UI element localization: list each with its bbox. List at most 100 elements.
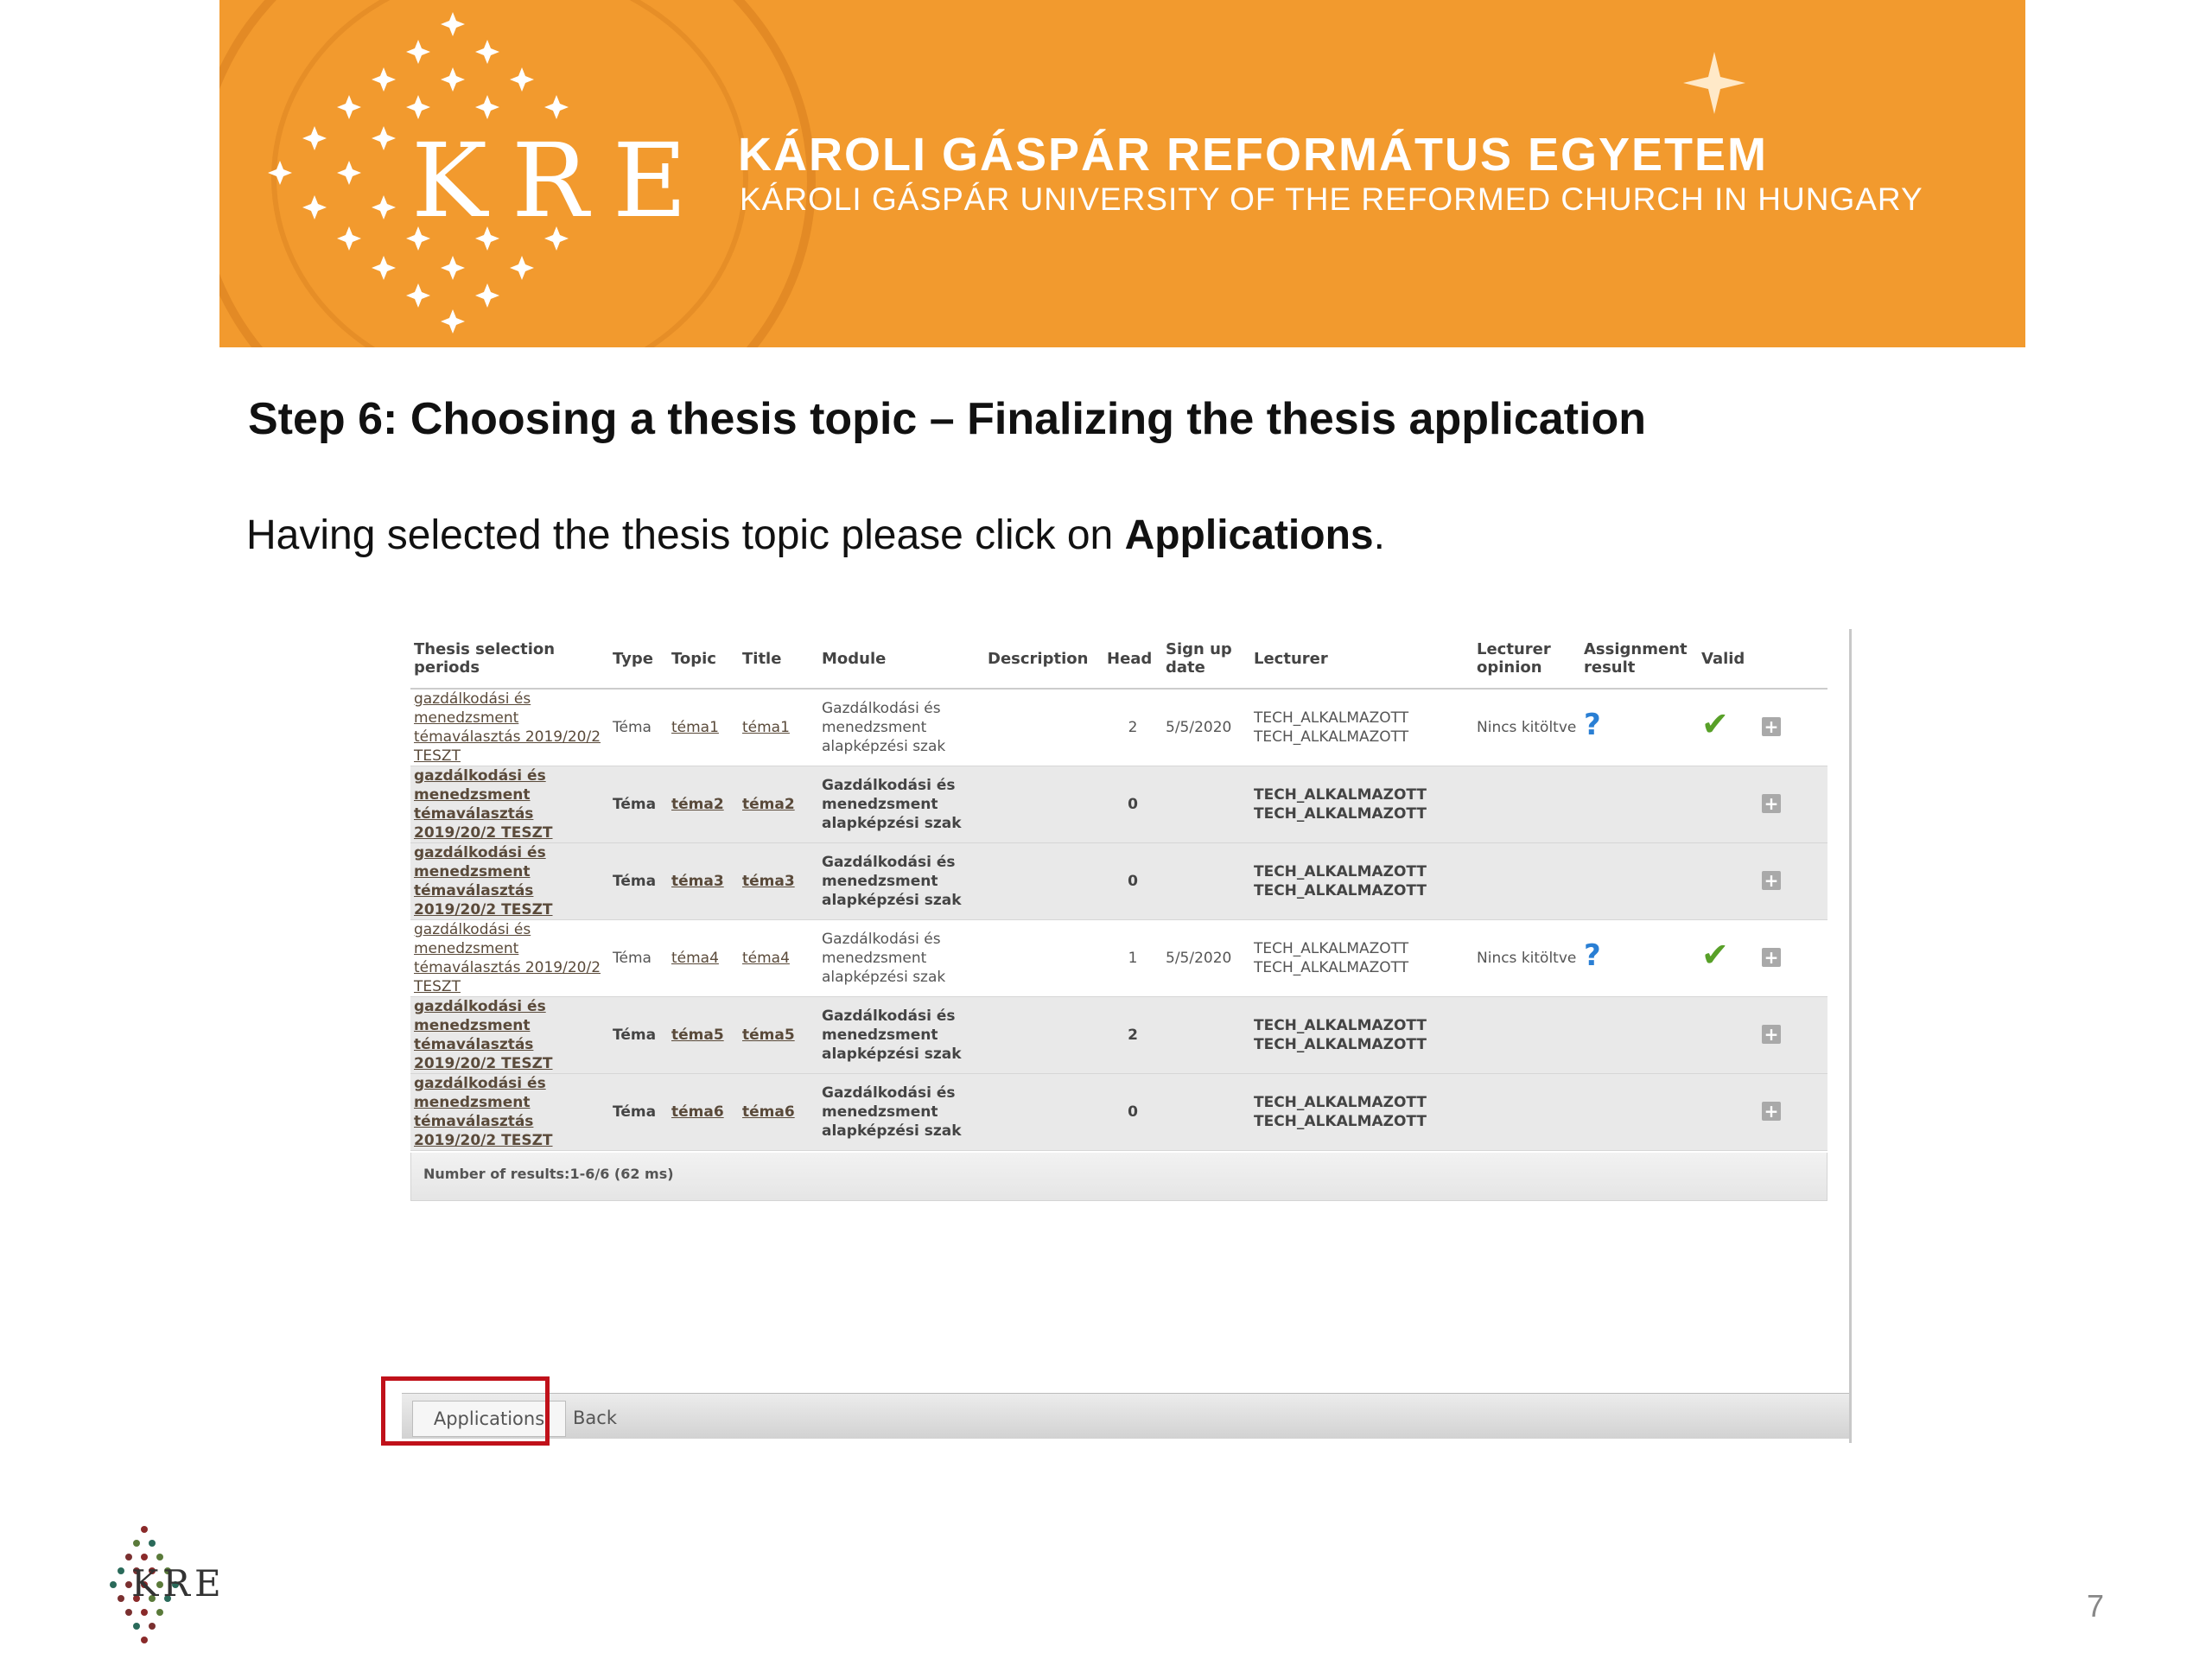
- topic-link-text[interactable]: téma2: [671, 796, 724, 813]
- type-cell-text: Téma: [613, 1103, 657, 1121]
- period-link[interactable]: gazdálkodási és menedzsment témaválasztá…: [410, 842, 609, 920]
- title-link-text[interactable]: téma3: [742, 873, 795, 890]
- period-link[interactable]: gazdálkodási és menedzsment témaválasztá…: [410, 766, 609, 843]
- topic-link-text[interactable]: téma1: [671, 719, 719, 736]
- column-header[interactable]: Description: [984, 629, 1103, 690]
- head-cell-text: 1: [1128, 950, 1138, 967]
- signup-date-cell: 5/5/2020: [1162, 919, 1250, 997]
- page-number: 7: [2087, 1588, 2105, 1624]
- column-header[interactable]: Assignment result: [1580, 629, 1698, 690]
- university-name-en: KÁROLI GÁSPÁR UNIVERSITY OF THE REFORMED…: [740, 181, 1923, 217]
- topic-link-text[interactable]: téma3: [671, 873, 724, 890]
- column-header[interactable]: Head: [1103, 629, 1162, 690]
- add-plus-icon[interactable]: +: [1762, 948, 1781, 967]
- lecturer-name: TECH_ALKALMAZOTT: [1254, 1094, 1427, 1111]
- topic-link[interactable]: téma4: [668, 919, 739, 997]
- column-header[interactable]: Lecturer opinion: [1473, 629, 1580, 690]
- head-cell-text: 2: [1128, 719, 1138, 736]
- university-name-hu: KÁROLI GÁSPÁR REFORMÁTUS EGYETEM: [738, 129, 1769, 181]
- lecturer-cell: TECH_ALKALMAZOTT TECH_ALKALMAZOTT: [1250, 1073, 1473, 1151]
- topic-link[interactable]: téma1: [668, 689, 739, 766]
- period-link[interactable]: gazdálkodási és menedzsment témaválasztá…: [410, 996, 609, 1074]
- title-link[interactable]: téma3: [739, 842, 818, 920]
- intro-bold: Applications: [1124, 512, 1374, 558]
- topic-link[interactable]: téma2: [668, 766, 739, 843]
- back-button[interactable]: Back: [573, 1401, 617, 1435]
- title-link[interactable]: téma2: [739, 766, 818, 843]
- period-link-text[interactable]: gazdálkodási és menedzsment témaválasztá…: [414, 998, 553, 1072]
- logo-dot: [141, 1609, 148, 1616]
- period-link-text[interactable]: gazdálkodási és menedzsment témaválasztá…: [414, 1075, 553, 1149]
- title-link-text[interactable]: téma5: [742, 1027, 795, 1044]
- period-link-text[interactable]: gazdálkodási és menedzsment témaválasztá…: [414, 767, 553, 842]
- type-cell-text: Téma: [613, 719, 652, 736]
- table-row[interactable]: gazdálkodási és menedzsment témaválasztá…: [410, 842, 1827, 920]
- module-cell-text: Gazdálkodási és menedzsment alapképzési …: [822, 1007, 962, 1063]
- add-plus-icon[interactable]: +: [1762, 1102, 1781, 1121]
- add-plus-icon[interactable]: +: [1762, 794, 1781, 813]
- table-panel: Thesis selection periods Type Topic Title Mo…: [410, 629, 1827, 1201]
- add-plus-icon[interactable]: +: [1762, 717, 1781, 736]
- type-cell: Téma: [609, 766, 668, 843]
- title-link[interactable]: téma6: [739, 1073, 818, 1151]
- title-link[interactable]: téma5: [739, 996, 818, 1074]
- logo-dot: [156, 1609, 163, 1616]
- title-link[interactable]: téma4: [739, 919, 818, 997]
- topic-link[interactable]: téma6: [668, 1073, 739, 1151]
- column-header[interactable]: Title: [739, 629, 818, 690]
- column-header[interactable]: Module: [818, 629, 984, 690]
- lecturer-opinion-cell: [1473, 1073, 1580, 1151]
- period-link[interactable]: gazdálkodási és menedzsment témaválasztá…: [410, 689, 609, 766]
- action-cell[interactable]: +: [1758, 996, 1827, 1074]
- topic-link[interactable]: téma5: [668, 996, 739, 1074]
- action-cell[interactable]: +: [1758, 766, 1827, 843]
- add-plus-icon[interactable]: +: [1762, 1025, 1781, 1044]
- column-header[interactable]: Thesis selection periods: [410, 629, 609, 690]
- table-row[interactable]: gazdálkodási és menedzsment témaválasztá…: [410, 996, 1827, 1074]
- lecturer-opinion-cell-text: Nincs kitöltve: [1477, 719, 1577, 736]
- logo-dot: [125, 1554, 132, 1560]
- title-link-text[interactable]: téma4: [742, 950, 790, 967]
- topic-link-text[interactable]: téma5: [671, 1027, 724, 1044]
- add-plus-icon[interactable]: +: [1762, 871, 1781, 890]
- action-cell[interactable]: +: [1758, 689, 1827, 766]
- period-link[interactable]: gazdálkodási és menedzsment témaválasztá…: [410, 919, 609, 997]
- column-header[interactable]: [1758, 629, 1827, 690]
- period-link-text[interactable]: gazdálkodási és menedzsment témaválasztá…: [414, 690, 601, 765]
- topic-link-text[interactable]: téma4: [671, 950, 719, 967]
- title-link[interactable]: téma1: [739, 689, 818, 766]
- table-row[interactable]: gazdálkodási és menedzsment témaválasztá…: [410, 1073, 1827, 1151]
- column-header[interactable]: Type: [609, 629, 668, 690]
- signup-date-cell-text: 5/5/2020: [1166, 719, 1232, 736]
- assignment-result-cell: ?: [1580, 919, 1698, 997]
- description-cell: [984, 689, 1103, 766]
- lecturer-cell: TECH_ALKALMAZOTT TECH_ALKALMAZOTT: [1250, 689, 1473, 766]
- table-row[interactable]: gazdálkodási és menedzsment témaválasztá…: [410, 919, 1827, 997]
- logo-dot: [125, 1609, 132, 1616]
- table-row[interactable]: gazdálkodási és menedzsment témaválasztá…: [410, 766, 1827, 843]
- action-cell[interactable]: +: [1758, 919, 1827, 997]
- column-header[interactable]: Lecturer: [1250, 629, 1473, 690]
- title-link-text[interactable]: téma6: [742, 1103, 795, 1121]
- type-cell: Téma: [609, 919, 668, 997]
- period-link[interactable]: gazdálkodási és menedzsment témaválasztá…: [410, 1073, 609, 1151]
- topic-link[interactable]: téma3: [668, 842, 739, 920]
- logo-dot: [149, 1623, 156, 1630]
- period-link-text[interactable]: gazdálkodási és menedzsment témaválasztá…: [414, 921, 601, 995]
- help-icon[interactable]: ?: [1584, 938, 1601, 973]
- topic-link-text[interactable]: téma6: [671, 1103, 724, 1121]
- lecturer-opinion-cell: [1473, 766, 1580, 843]
- period-link-text[interactable]: gazdálkodási és menedzsment témaválasztá…: [414, 844, 553, 918]
- column-header[interactable]: Valid: [1698, 629, 1758, 690]
- action-cell[interactable]: +: [1758, 1073, 1827, 1151]
- action-cell[interactable]: +: [1758, 842, 1827, 920]
- title-link-text[interactable]: téma2: [742, 796, 795, 813]
- column-header[interactable]: Sign up date: [1162, 629, 1250, 690]
- column-header[interactable]: Topic: [668, 629, 739, 690]
- table-row[interactable]: gazdálkodási és menedzsment témaválasztá…: [410, 689, 1827, 766]
- type-cell-text: Téma: [613, 873, 657, 890]
- logo-dot: [149, 1540, 156, 1547]
- help-icon[interactable]: ?: [1584, 708, 1601, 742]
- title-link-text[interactable]: téma1: [742, 719, 790, 736]
- lecturer-cell: TECH_ALKALMAZOTT TECH_ALKALMAZOTT: [1250, 842, 1473, 920]
